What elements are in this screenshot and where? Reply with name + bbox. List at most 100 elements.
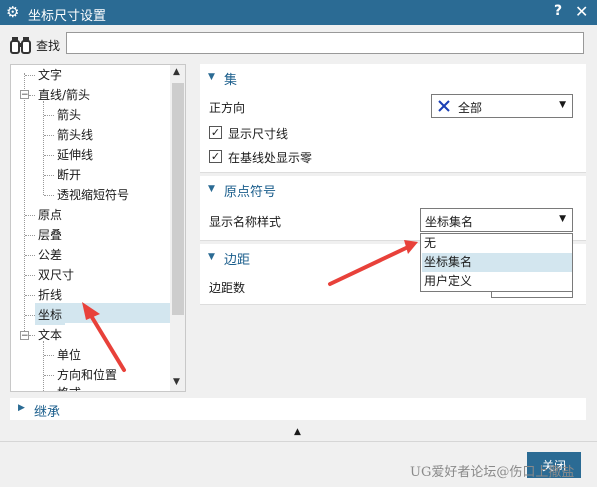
- axes-cross-icon: [438, 100, 450, 112]
- scroll-thumb[interactable]: [172, 83, 184, 315]
- collapse-toggle-icon[interactable]: −: [20, 331, 29, 341]
- inherit-section-header[interactable]: ▶ 继承: [10, 398, 586, 420]
- tree-item-label: 层叠: [38, 228, 63, 242]
- tree-guide: [44, 155, 54, 156]
- close-window-button[interactable]: ✕: [575, 2, 588, 21]
- tree-guide: [44, 355, 54, 356]
- tree-item-dual-dimension[interactable]: 双尺寸: [35, 265, 77, 285]
- tree-guide: [25, 315, 35, 316]
- tree-item-label: 原点: [38, 208, 63, 222]
- settings-panel: ▼ 集 正方向 全部 ▼ ✓ 显示尺寸线 ✓ 在基线处显示零 ▼ 原点符号 显示…: [200, 64, 586, 392]
- tree-guide: [25, 235, 35, 236]
- tree-item-label: 文字: [38, 68, 63, 82]
- chevron-down-icon: ▼: [559, 214, 566, 224]
- section-title: 集: [224, 73, 238, 88]
- tree-guide: [44, 135, 54, 136]
- collapse-triangle-icon: ▼: [208, 184, 215, 194]
- option-user-defined[interactable]: 用户定义: [422, 272, 572, 291]
- tree-item-jog[interactable]: 折线: [35, 285, 65, 305]
- collapse-triangle-icon: ▼: [208, 252, 215, 262]
- tree-item-label: 单位: [57, 348, 82, 362]
- collapse-triangle-icon: ▼: [208, 72, 215, 82]
- tree-guide: [44, 195, 54, 196]
- direction-label: 正方向: [209, 101, 246, 115]
- set-section-header[interactable]: ▼ 集: [200, 66, 586, 90]
- direction-value: 全部: [458, 101, 483, 115]
- direction-select[interactable]: 全部 ▼: [431, 94, 573, 118]
- section-title: 继承: [34, 405, 61, 420]
- tree-guide: [25, 295, 35, 296]
- tree-item-line-arrow[interactable]: 直线/箭头: [35, 85, 93, 105]
- tree-guide: [44, 115, 54, 116]
- tree-guide: [25, 215, 35, 216]
- tree-item-label: 断开: [57, 168, 82, 182]
- tree-guide: [43, 341, 44, 391]
- tree-item-origin[interactable]: 原点: [35, 205, 65, 225]
- tree-item-stack[interactable]: 层叠: [35, 225, 65, 245]
- show-dim-line-label: 显示尺寸线: [228, 127, 289, 141]
- tree-item-label: 箭头: [57, 108, 82, 122]
- tree-item-label: 透视缩短符号: [57, 188, 130, 202]
- tree-item-label: 箭头线: [57, 128, 94, 142]
- tree-guide: [44, 375, 54, 376]
- gear-icon: ⚙: [6, 3, 20, 21]
- name-style-value: 坐标集名: [425, 215, 474, 229]
- category-tree: 文字 − 直线/箭头 箭头 箭头线 延伸线 断开 透视缩短符号 原点 层叠 公差…: [10, 64, 186, 392]
- tree-item-ordinate[interactable]: 坐标: [35, 305, 66, 325]
- find-label: 查找: [36, 39, 61, 53]
- tree-item-text[interactable]: 文字: [35, 65, 65, 85]
- option-coordinate-set-name[interactable]: 坐标集名: [422, 253, 572, 272]
- section-title: 原点符号: [224, 185, 277, 200]
- tree-item-label: 直线/箭头: [38, 88, 91, 102]
- find-row: 查找: [0, 25, 597, 63]
- scroll-down-icon[interactable]: ▼: [173, 377, 180, 387]
- tree-item-arrowhead[interactable]: 箭头: [54, 105, 84, 125]
- tree-item-label: 文本: [38, 328, 63, 342]
- name-style-select[interactable]: 坐标集名 ▼: [420, 208, 573, 232]
- chevron-down-icon: ▼: [559, 100, 566, 110]
- tree-guide: [25, 275, 35, 276]
- tree-item-label: 方向和位置: [57, 368, 118, 382]
- tree-item-units[interactable]: 单位: [54, 345, 84, 365]
- help-button[interactable]: ?: [554, 3, 562, 19]
- tree-item-arrow-line[interactable]: 箭头线: [54, 125, 96, 145]
- tree-item-label: 格式: [54, 383, 84, 391]
- origin-section: ▼ 原点符号 显示名称样式 坐标集名 ▼: [200, 176, 586, 241]
- title-bar: ⚙ 坐标尺寸设置 ? ✕: [0, 0, 597, 25]
- tree-item-extension-line[interactable]: 延伸线: [54, 145, 96, 165]
- tree-guide: [25, 75, 35, 76]
- expand-triangle-icon: ▶: [18, 403, 25, 413]
- tree-item-label: 双尺寸: [38, 268, 75, 282]
- origin-section-header[interactable]: ▼ 原点符号: [200, 178, 586, 202]
- tree-guide: [25, 255, 35, 256]
- show-dim-line-checkbox[interactable]: ✓: [209, 126, 222, 139]
- margin-count-label: 边距数: [209, 281, 246, 295]
- watermark-text: UG爱好者论坛@伤口上撒盐: [410, 465, 575, 480]
- tree-item-orientation[interactable]: 方向和位置: [54, 365, 120, 385]
- name-style-label: 显示名称样式: [209, 215, 282, 229]
- collapse-toggle-icon[interactable]: −: [20, 90, 29, 100]
- name-style-dropdown-list: 无 坐标集名 用户定义: [420, 233, 573, 292]
- set-section: ▼ 集 正方向 全部 ▼ ✓ 显示尺寸线 ✓ 在基线处显示零: [200, 64, 586, 173]
- section-title: 边距: [224, 253, 251, 268]
- tree-item-break[interactable]: 断开: [54, 165, 84, 185]
- tree-guide: [24, 73, 25, 337]
- binoculars-icon: [10, 37, 31, 54]
- tree-item-label: 坐标: [35, 305, 66, 325]
- show-zero-label: 在基线处显示零: [228, 151, 313, 165]
- scroll-up-icon[interactable]: ▲: [173, 67, 180, 77]
- window-title: 坐标尺寸设置: [28, 9, 107, 24]
- tree-item-tolerance[interactable]: 公差: [35, 245, 65, 265]
- tree-scrollbar[interactable]: ▲ ▼: [170, 65, 185, 391]
- collapse-bar[interactable]: ▲: [0, 425, 597, 441]
- collapse-up-icon[interactable]: ▲: [294, 427, 301, 437]
- tree-item-foreshortening[interactable]: 透视缩短符号: [54, 185, 132, 205]
- find-input[interactable]: [66, 32, 584, 54]
- tree-item-text-group[interactable]: 文本: [35, 325, 65, 345]
- option-none[interactable]: 无: [422, 234, 572, 253]
- tree-item-label: 公差: [38, 248, 63, 262]
- tree-item-format[interactable]: 格式: [54, 383, 84, 391]
- tree-guide: [44, 175, 54, 176]
- tree-item-label: 折线: [38, 288, 63, 302]
- show-zero-checkbox[interactable]: ✓: [209, 150, 222, 163]
